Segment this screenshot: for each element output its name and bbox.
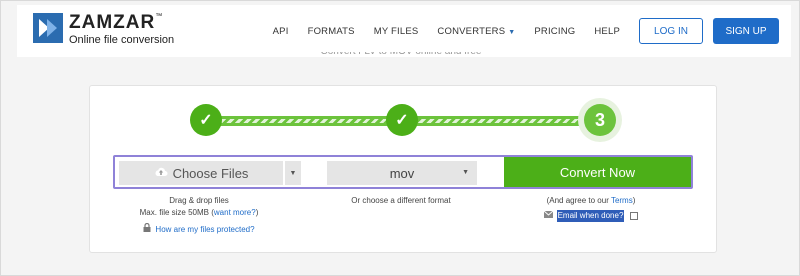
nav-pricing[interactable]: PRICING bbox=[534, 26, 575, 37]
nav-help[interactable]: HELP bbox=[594, 26, 620, 37]
format-hint: Or choose a different format bbox=[351, 196, 451, 205]
logo-subtitle: Online file conversion bbox=[69, 34, 175, 46]
lock-icon bbox=[143, 222, 151, 236]
convert-info: (And agree to our Terms) Email when done… bbox=[521, 195, 661, 222]
drag-drop-text: Drag & drop files bbox=[169, 196, 229, 205]
browser-frame: ZAMZAR™ Online file conversion API FORMA… bbox=[0, 0, 800, 276]
page-subtitle: Convert FLV to MOV online and free bbox=[1, 52, 800, 60]
caret-down-icon: ▼ bbox=[462, 169, 469, 176]
logo-title: ZAMZAR™ bbox=[69, 12, 164, 33]
main-nav: API FORMATS MY FILES CONVERTERS ▼ PRICING… bbox=[273, 18, 791, 44]
nav-formats[interactable]: FORMATS bbox=[308, 26, 355, 37]
choose-files-dropdown[interactable]: ▼ bbox=[285, 161, 301, 185]
choose-files-button[interactable]: Choose Files bbox=[119, 161, 283, 185]
logo-mark-icon bbox=[33, 13, 63, 43]
email-when-done-checkbox[interactable] bbox=[630, 212, 639, 220]
email-when-done-label[interactable]: Email when done? bbox=[556, 210, 625, 222]
progress-line-1 bbox=[205, 116, 393, 126]
progress-line-2 bbox=[405, 116, 595, 126]
step-2-check-icon: ✓ bbox=[386, 104, 418, 136]
converter-action-row: Choose Files ▼ mov ▼ Convert Now bbox=[113, 155, 693, 189]
step-3-indicator: 3 bbox=[584, 104, 616, 136]
cloud-upload-icon bbox=[154, 166, 168, 181]
signup-button[interactable]: SIGN UP bbox=[713, 18, 779, 44]
site-header: ZAMZAR™ Online file conversion API FORMA… bbox=[17, 5, 791, 57]
choose-files-label: Choose Files bbox=[172, 165, 249, 181]
upload-info: Drag & drop files Max. file size 50MB (w… bbox=[129, 195, 269, 236]
max-size-text: Max. file size 50MB (want more?) bbox=[139, 208, 259, 217]
terms-link[interactable]: Terms bbox=[611, 196, 633, 205]
files-protected-link[interactable]: How are my files protected? bbox=[155, 224, 254, 236]
zamzar-logo[interactable]: ZAMZAR™ Online file conversion bbox=[33, 13, 174, 46]
step-1-check-icon: ✓ bbox=[190, 104, 222, 136]
envelope-icon bbox=[543, 210, 553, 222]
convert-now-button[interactable]: Convert Now bbox=[504, 157, 691, 187]
chevron-down-icon: ▼ bbox=[508, 28, 516, 36]
login-button[interactable]: LOG IN bbox=[639, 18, 703, 44]
caret-down-icon: ▼ bbox=[289, 169, 297, 177]
nav-my-files[interactable]: MY FILES bbox=[374, 26, 419, 37]
nav-converters[interactable]: CONVERTERS ▼ bbox=[437, 26, 515, 37]
nav-api[interactable]: API bbox=[273, 26, 289, 37]
format-select[interactable]: mov ▼ bbox=[327, 161, 477, 185]
want-more-link[interactable]: want more? bbox=[214, 208, 256, 217]
format-value: mov bbox=[389, 165, 415, 181]
terms-agree-text: (And agree to our Terms) bbox=[546, 196, 636, 205]
